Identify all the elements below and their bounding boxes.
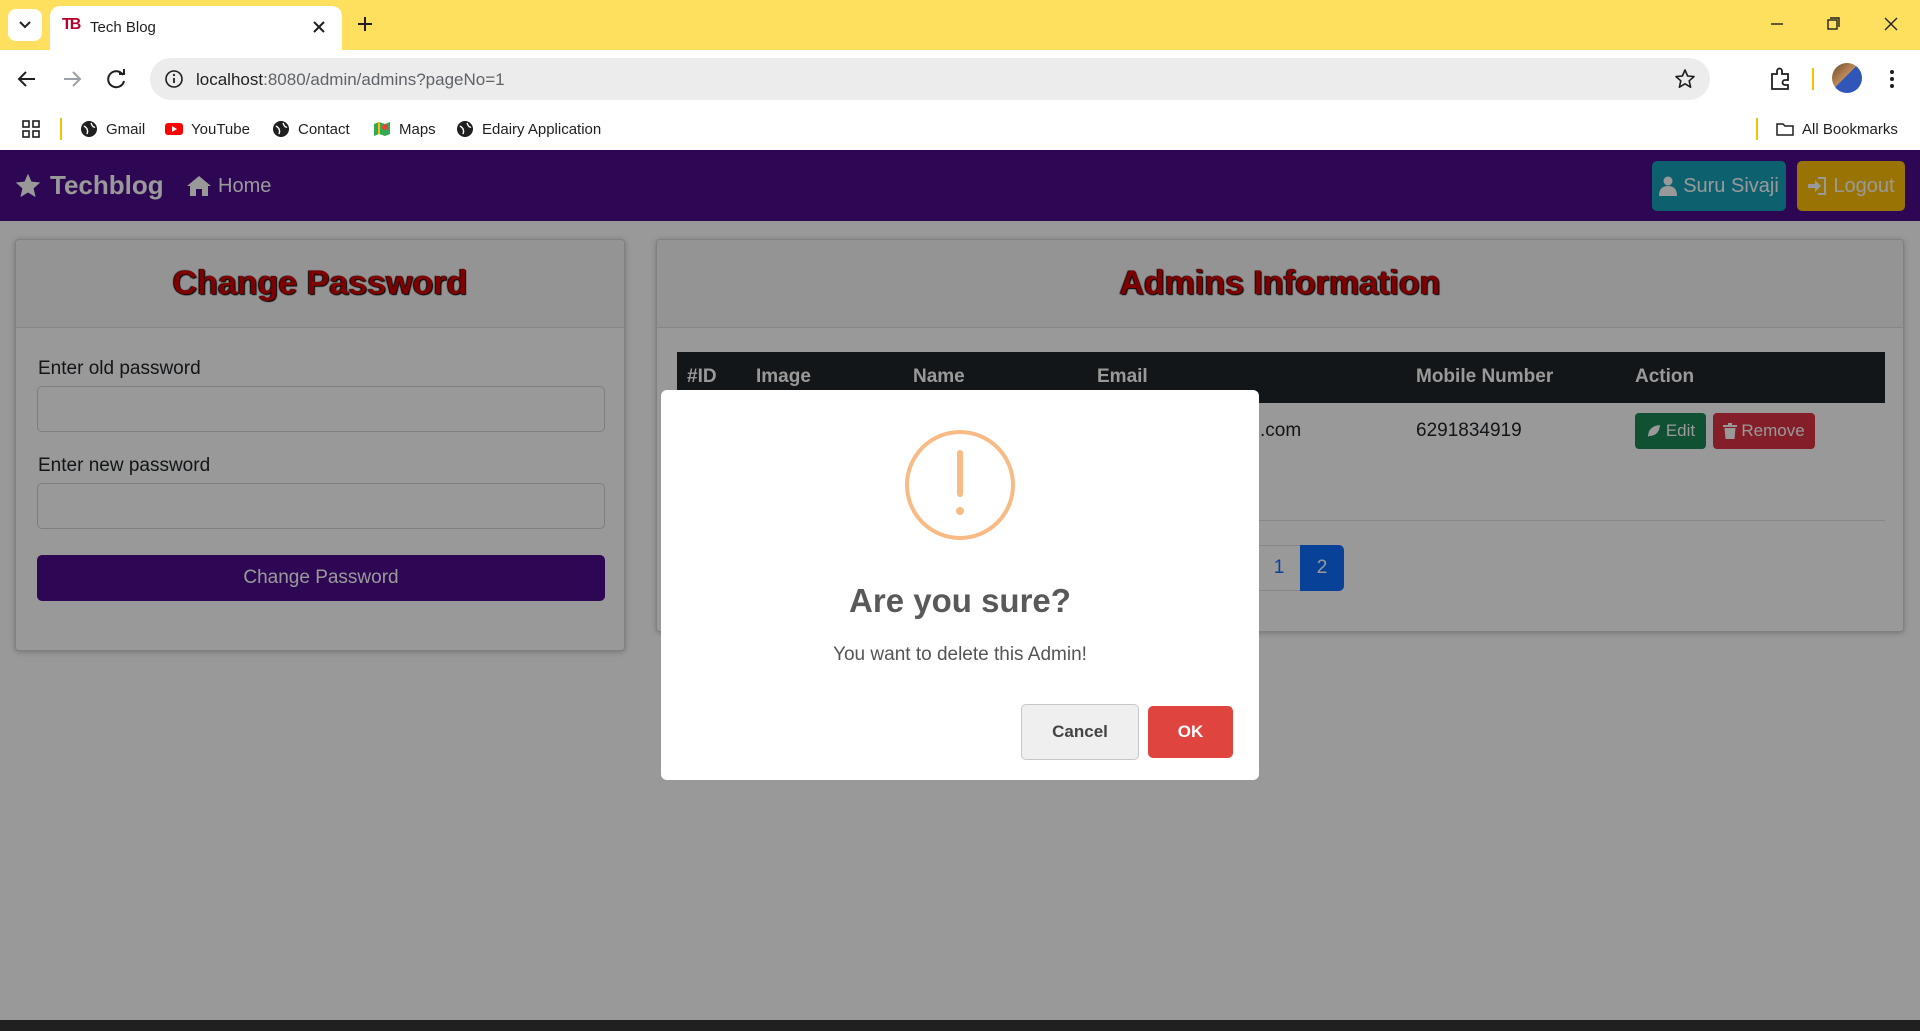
- toolbar-separator: [1812, 68, 1814, 90]
- globe-icon: [81, 121, 97, 137]
- restore-icon[interactable]: [1818, 10, 1848, 38]
- youtube-icon: [165, 123, 183, 135]
- globe-icon: [273, 121, 289, 137]
- dialog-title: Are you sure?: [849, 582, 1071, 619]
- bookmark-maps[interactable]: Maps: [373, 116, 436, 142]
- ok-button[interactable]: OK: [1148, 706, 1233, 758]
- tab-title: Tech Blog: [90, 19, 156, 36]
- site-info-icon[interactable]: [164, 69, 184, 89]
- forward-arrow-icon[interactable]: [57, 64, 87, 94]
- kebab-menu-icon[interactable]: [1880, 64, 1904, 94]
- apps-grid-icon[interactable]: [22, 120, 40, 138]
- bookmark-label: Edairy Application: [482, 120, 602, 138]
- minimize-icon[interactable]: [1762, 10, 1792, 38]
- address-bar[interactable]: localhost:8080/admin/admins?pageNo=1: [150, 58, 1710, 100]
- bookmark-star-icon[interactable]: [1674, 68, 1696, 90]
- bookmark-contact[interactable]: Contact: [272, 116, 350, 142]
- tab-search-button[interactable]: [8, 9, 42, 41]
- bookmark-label: Contact: [298, 120, 350, 138]
- confirm-dialog: Are you sure? You want to delete this Ad…: [661, 390, 1259, 780]
- bookmarks-separator: [1756, 118, 1758, 140]
- bookmark-label: Maps: [399, 120, 436, 138]
- profile-avatar[interactable]: [1832, 63, 1862, 93]
- bookmark-label: Gmail: [106, 120, 146, 138]
- globe-icon: [457, 121, 473, 137]
- techblog-favicon-icon: TB: [62, 16, 81, 33]
- new-tab-plus-icon[interactable]: [352, 11, 378, 37]
- os-taskbar: [0, 1020, 1920, 1031]
- reload-icon[interactable]: [102, 64, 132, 94]
- window-close-icon[interactable]: [1876, 10, 1906, 38]
- url-path: :8080/admin/admins?pageNo=1: [263, 70, 505, 89]
- bookmark-youtube[interactable]: YouTube: [165, 116, 250, 142]
- close-icon[interactable]: [310, 18, 328, 36]
- maps-icon: [374, 122, 390, 136]
- folder-icon: [1776, 123, 1794, 136]
- dialog-message: You want to delete this Admin!: [833, 644, 1087, 665]
- bookmark-label: YouTube: [191, 120, 250, 138]
- all-bookmarks-button[interactable]: All Bookmarks: [1776, 116, 1898, 142]
- browser-tab-strip: TB Tech Blog: [0, 0, 1920, 50]
- bookmarks-separator: [60, 118, 62, 140]
- extensions-puzzle-icon[interactable]: [1766, 64, 1796, 94]
- bookmarks-bar: Gmail YouTube Contact Maps Edairy Applic…: [0, 108, 1920, 150]
- browser-tab-active[interactable]: TB Tech Blog: [50, 6, 342, 50]
- warning-icon: [905, 430, 1015, 540]
- back-arrow-icon[interactable]: [12, 64, 42, 94]
- chevron-down-icon: [19, 21, 31, 29]
- url-host: localhost: [196, 70, 264, 89]
- bookmark-gmail[interactable]: Gmail: [80, 116, 145, 142]
- url-text: localhost:8080/admin/admins?pageNo=1: [196, 70, 505, 90]
- cancel-button[interactable]: Cancel: [1021, 704, 1139, 760]
- bookmark-edairy-application[interactable]: Edairy Application: [456, 116, 601, 142]
- browser-toolbar: localhost:8080/admin/admins?pageNo=1: [0, 50, 1920, 108]
- all-bookmarks-label: All Bookmarks: [1802, 120, 1898, 138]
